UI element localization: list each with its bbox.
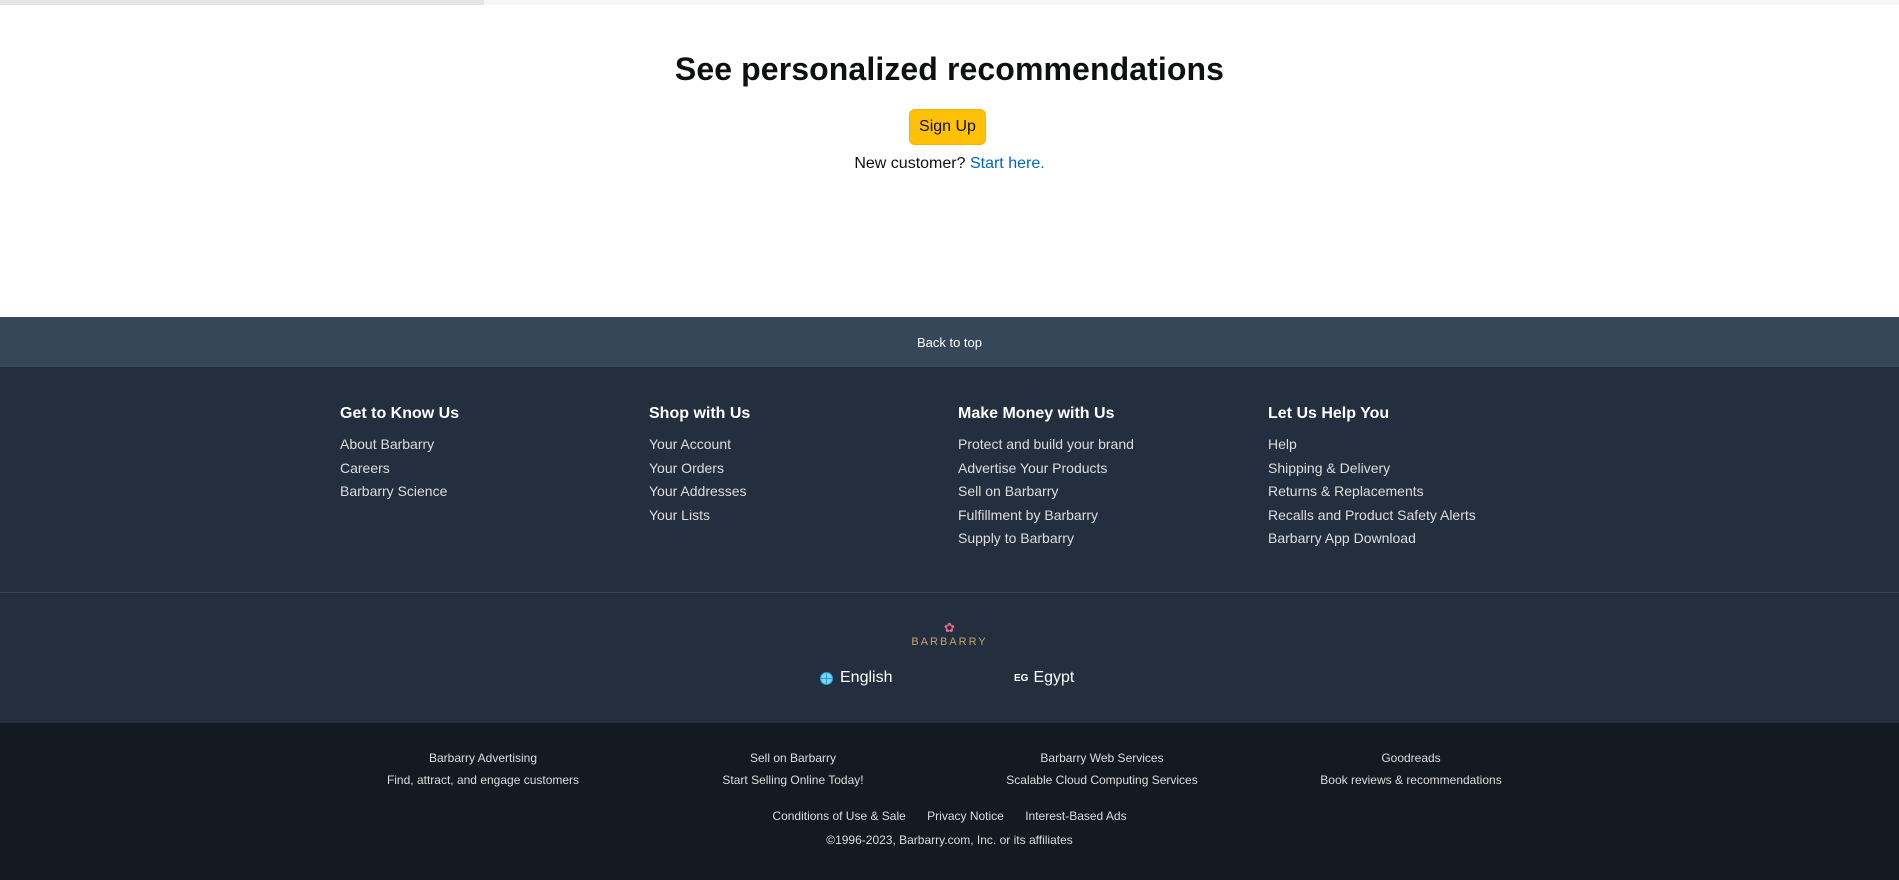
service-description: Scalable Cloud Computing Services bbox=[1006, 773, 1198, 787]
country-code: EG bbox=[1014, 672, 1029, 684]
footer-link-app-download[interactable]: Barbarry App Download bbox=[1268, 527, 1476, 551]
footer-link-shipping[interactable]: Shipping & Delivery bbox=[1268, 457, 1476, 481]
new-customer-line: New customer? Start here. bbox=[0, 155, 1899, 173]
logo-text: BARBARRY bbox=[911, 636, 988, 648]
flower-icon: ✿ bbox=[944, 620, 955, 635]
footer-column-title: Let Us Help You bbox=[1268, 405, 1390, 422]
footer-column-help: Let Us Help You Help Shipping & Delivery… bbox=[1268, 405, 1476, 551]
new-customer-text: New customer? bbox=[854, 155, 966, 172]
footer-locale-bar: ✿ BARBARRY English EG Egypt bbox=[0, 593, 1899, 723]
footer-link-orders[interactable]: Your Orders bbox=[649, 457, 750, 481]
footer-link-recalls[interactable]: Recalls and Product Safety Alerts bbox=[1268, 504, 1476, 528]
footer-column-shop-with-us: Shop with Us Your Account Your Orders Yo… bbox=[649, 405, 750, 527]
footer-services: Barbarry Advertising Find, attract, and … bbox=[0, 723, 1899, 880]
footer-link-sell[interactable]: Sell on Barbarry bbox=[958, 480, 1134, 504]
footer-logo[interactable]: ✿ BARBARRY bbox=[0, 620, 1899, 649]
recommendations-section: See personalized recommendations Sign Up… bbox=[0, 5, 1899, 317]
footer-link-returns[interactable]: Returns & Replacements bbox=[1268, 480, 1476, 504]
footer-column-make-money: Make Money with Us Protect and build you… bbox=[958, 405, 1134, 551]
start-here-link[interactable]: Start here. bbox=[970, 155, 1045, 172]
footer-link-addresses[interactable]: Your Addresses bbox=[649, 480, 750, 504]
footer-link-help[interactable]: Help bbox=[1268, 433, 1476, 457]
back-to-top-button[interactable]: Back to top bbox=[0, 317, 1899, 367]
footer-link-science[interactable]: Barbarry Science bbox=[340, 480, 459, 504]
footer-column-title: Get to Know Us bbox=[340, 405, 460, 422]
footer-column-title: Make Money with Us bbox=[958, 405, 1115, 422]
footer-link-supply[interactable]: Supply to Barbarry bbox=[958, 527, 1134, 551]
footer-link-protect-brand[interactable]: Protect and build your brand bbox=[958, 433, 1134, 457]
service-goodreads[interactable]: Goodreads Book reviews & recommendations bbox=[1281, 747, 1541, 791]
language-label: English bbox=[840, 669, 893, 686]
copyright: ©1996-2023, Barbarry.com, Inc. or its af… bbox=[826, 833, 1073, 847]
service-description: Find, attract, and engage customers bbox=[386, 773, 580, 787]
footer-link-fulfillment[interactable]: Fulfillment by Barbarry bbox=[958, 504, 1134, 528]
sign-up-button[interactable]: Sign Up bbox=[909, 109, 986, 145]
footer-link-lists[interactable]: Your Lists bbox=[649, 504, 750, 528]
globe-icon bbox=[820, 671, 833, 685]
service-name: Sell on Barbarry bbox=[749, 751, 837, 765]
footer-link-account[interactable]: Your Account bbox=[649, 433, 750, 457]
service-web-services[interactable]: Barbarry Web Services Scalable Cloud Com… bbox=[972, 747, 1232, 791]
service-name: Barbarry Advertising bbox=[428, 751, 538, 765]
service-sell[interactable]: Sell on Barbarry Start Selling Online To… bbox=[663, 747, 923, 791]
footer-link-careers[interactable]: Careers bbox=[340, 457, 459, 481]
legal-links: Conditions of Use & Sale Privacy Notice … bbox=[0, 809, 1899, 823]
service-advertising[interactable]: Barbarry Advertising Find, attract, and … bbox=[353, 747, 613, 791]
footer-link-advertise[interactable]: Advertise Your Products bbox=[958, 457, 1134, 481]
footer-column-title: Shop with Us bbox=[649, 405, 751, 422]
footer-nav: Get to Know Us About Barbarry Careers Ba… bbox=[0, 367, 1899, 593]
service-description: Start Selling Online Today! bbox=[722, 773, 864, 787]
country-selector[interactable]: EG Egypt bbox=[1014, 669, 1074, 687]
language-selector[interactable]: English bbox=[820, 669, 892, 687]
footer-column-get-to-know-us: Get to Know Us About Barbarry Careers Ba… bbox=[340, 405, 459, 504]
recommendations-title: See personalized recommendations bbox=[674, 51, 1225, 87]
interest-ads-link[interactable]: Interest-Based Ads bbox=[1025, 809, 1126, 823]
service-name: Barbarry Web Services bbox=[1040, 751, 1164, 765]
privacy-link[interactable]: Privacy Notice bbox=[927, 809, 1004, 823]
country-label: Egypt bbox=[1033, 669, 1075, 686]
footer-link-about[interactable]: About Barbarry bbox=[340, 433, 459, 457]
service-name: Goodreads bbox=[1381, 751, 1441, 765]
conditions-link[interactable]: Conditions of Use & Sale bbox=[772, 809, 905, 823]
service-description: Book reviews & recommendations bbox=[1320, 773, 1502, 787]
